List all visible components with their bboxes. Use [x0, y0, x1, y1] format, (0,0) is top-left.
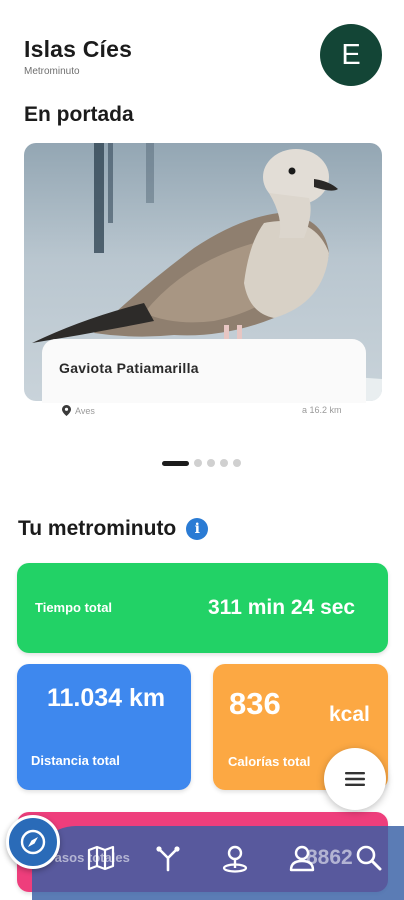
menu-button[interactable]: [324, 748, 386, 810]
carousel-dot-active[interactable]: [162, 460, 189, 466]
menu-icon: [345, 772, 365, 786]
total-calories-label: Calorías total: [228, 754, 311, 769]
map-icon[interactable]: [86, 843, 116, 873]
total-time-label: Tiempo total: [35, 600, 113, 615]
location-pin-icon[interactable]: [220, 843, 250, 873]
featured-distance: a 16.2 km: [302, 405, 342, 415]
compass-icon: [20, 829, 46, 855]
total-distance-value: 11.034 km: [47, 684, 166, 712]
metrominuto-title: Tu metrominuto i: [18, 517, 209, 541]
route-icon[interactable]: [153, 843, 183, 873]
total-distance-card[interactable]: 11.034 km Distancia total: [17, 664, 191, 790]
carousel-indicator: [162, 459, 241, 467]
metrominuto-title-text: Tu metrominuto: [18, 517, 177, 540]
total-calories-value: 836: [229, 686, 281, 721]
total-calories-unit: kcal: [329, 703, 370, 726]
featured-section-title: En portada: [24, 103, 134, 126]
search-icon[interactable]: [354, 843, 384, 873]
compass-button[interactable]: [6, 815, 60, 869]
avatar[interactable]: E: [320, 24, 382, 86]
carousel-dot[interactable]: [194, 459, 202, 467]
featured-category: Aves: [62, 405, 95, 416]
app-title: Islas Cíes: [24, 36, 133, 62]
featured-category-label: Aves: [75, 405, 95, 416]
carousel-dot[interactable]: [207, 459, 215, 467]
carousel-dot[interactable]: [220, 459, 228, 467]
app-header: Islas Cíes Metrominuto: [24, 36, 132, 77]
total-time-card[interactable]: Tiempo total 311 min 24 sec: [17, 563, 388, 653]
user-icon[interactable]: [287, 843, 317, 873]
featured-caption-card[interactable]: Gaviota Patiamarilla: [42, 339, 366, 403]
carousel-dot[interactable]: [233, 459, 241, 467]
featured-item-name: Gaviota Patiamarilla: [59, 360, 199, 376]
total-distance-label: Distancia total: [31, 753, 120, 768]
info-icon[interactable]: i: [186, 518, 209, 540]
app-subtitle: Metrominuto: [24, 66, 80, 77]
total-time-value: 311 min 24 sec: [208, 596, 356, 619]
location-pin-icon: [62, 405, 71, 416]
